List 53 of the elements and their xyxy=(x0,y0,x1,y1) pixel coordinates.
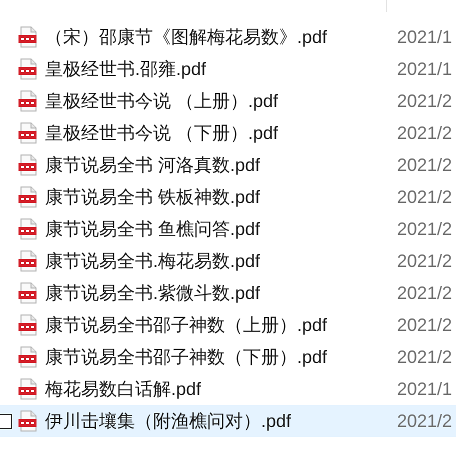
file-row[interactable]: 康节说易全书.紫微斗数.pdf 2021/2 xyxy=(0,277,456,309)
pdf-file-icon xyxy=(18,186,38,208)
file-row[interactable]: 康节说易全书 鱼樵问答.pdf 2021/2 xyxy=(0,213,456,245)
file-name[interactable]: 皇极经世书今说 （上册）.pdf xyxy=(45,89,397,113)
pdf-file-icon xyxy=(18,58,38,80)
file-row[interactable]: 康节说易全书 河洛真数.pdf 2021/2 xyxy=(0,149,456,181)
pdf-file-icon xyxy=(18,410,38,432)
pdf-file-icon xyxy=(18,154,38,176)
pdf-file-icon xyxy=(18,218,38,240)
file-row[interactable]: 康节说易全书邵子神数（下册）.pdf 2021/2 xyxy=(0,341,456,373)
file-row[interactable]: 康节说易全书邵子神数（上册）.pdf 2021/2 xyxy=(0,309,456,341)
file-name[interactable]: 康节说易全书邵子神数（下册）.pdf xyxy=(45,345,397,369)
file-row[interactable]: 康节说易全书 铁板神数.pdf 2021/2 xyxy=(0,181,456,213)
file-row[interactable]: 梅花易数白话解.pdf 2021/1 xyxy=(0,373,456,405)
file-row[interactable]: （宋）邵康节《图解梅花易数》.pdf 2021/1 xyxy=(0,21,456,53)
pdf-file-icon xyxy=(18,90,38,112)
file-name[interactable]: 梅花易数白话解.pdf xyxy=(45,377,397,401)
file-row[interactable]: 康节说易全书.梅花易数.pdf 2021/2 xyxy=(0,245,456,277)
file-date: 2021/2 xyxy=(397,314,454,336)
file-row[interactable]: 皇极经世书.邵雍.pdf 2021/1 xyxy=(0,53,456,85)
file-name[interactable]: 皇极经世书.邵雍.pdf xyxy=(45,57,397,81)
file-date: 2021/2 xyxy=(397,410,454,432)
file-name[interactable]: 康节说易全书.紫微斗数.pdf xyxy=(45,281,397,305)
file-name[interactable]: 康节说易全书邵子神数（上册）.pdf xyxy=(45,313,397,337)
file-row[interactable]: 皇极经世书今说 （下册）.pdf 2021/2 xyxy=(0,117,456,149)
pdf-file-icon xyxy=(18,282,38,304)
file-name[interactable]: 康节说易全书 铁板神数.pdf xyxy=(45,185,397,209)
file-date: 2021/2 xyxy=(397,282,454,304)
pdf-file-icon xyxy=(18,378,38,400)
pdf-file-icon xyxy=(18,346,38,368)
file-date: 2021/2 xyxy=(397,250,454,272)
file-date: 2021/1 xyxy=(397,26,454,48)
file-date: 2021/2 xyxy=(397,186,454,208)
file-date: 2021/2 xyxy=(397,90,454,112)
file-date: 2021/2 xyxy=(397,122,454,144)
pdf-file-icon xyxy=(18,314,38,336)
file-date: 2021/1 xyxy=(397,58,454,80)
file-name[interactable]: 康节说易全书.梅花易数.pdf xyxy=(45,249,397,273)
pdf-file-icon xyxy=(18,250,38,272)
pdf-file-icon xyxy=(18,122,38,144)
file-date: 2021/2 xyxy=(397,154,454,176)
checkbox[interactable] xyxy=(0,414,12,428)
file-name[interactable]: 康节说易全书 鱼樵问答.pdf xyxy=(45,217,397,241)
file-name[interactable]: 皇极经世书今说 （下册）.pdf xyxy=(45,121,397,145)
file-date: 2021/1 xyxy=(397,378,454,400)
file-row[interactable]: 皇极经世书今说 （上册）.pdf 2021/2 xyxy=(0,85,456,117)
file-name[interactable]: 伊川击壤集（附渔樵问对）.pdf xyxy=(45,409,397,433)
file-name[interactable]: 康节说易全书 河洛真数.pdf xyxy=(45,153,397,177)
file-row[interactable]: 伊川击壤集（附渔樵问对）.pdf 2021/2 xyxy=(0,405,456,437)
file-date: 2021/2 xyxy=(397,218,454,240)
pdf-file-icon xyxy=(18,26,38,48)
file-name[interactable]: （宋）邵康节《图解梅花易数》.pdf xyxy=(45,25,397,49)
file-date: 2021/2 xyxy=(397,346,454,368)
